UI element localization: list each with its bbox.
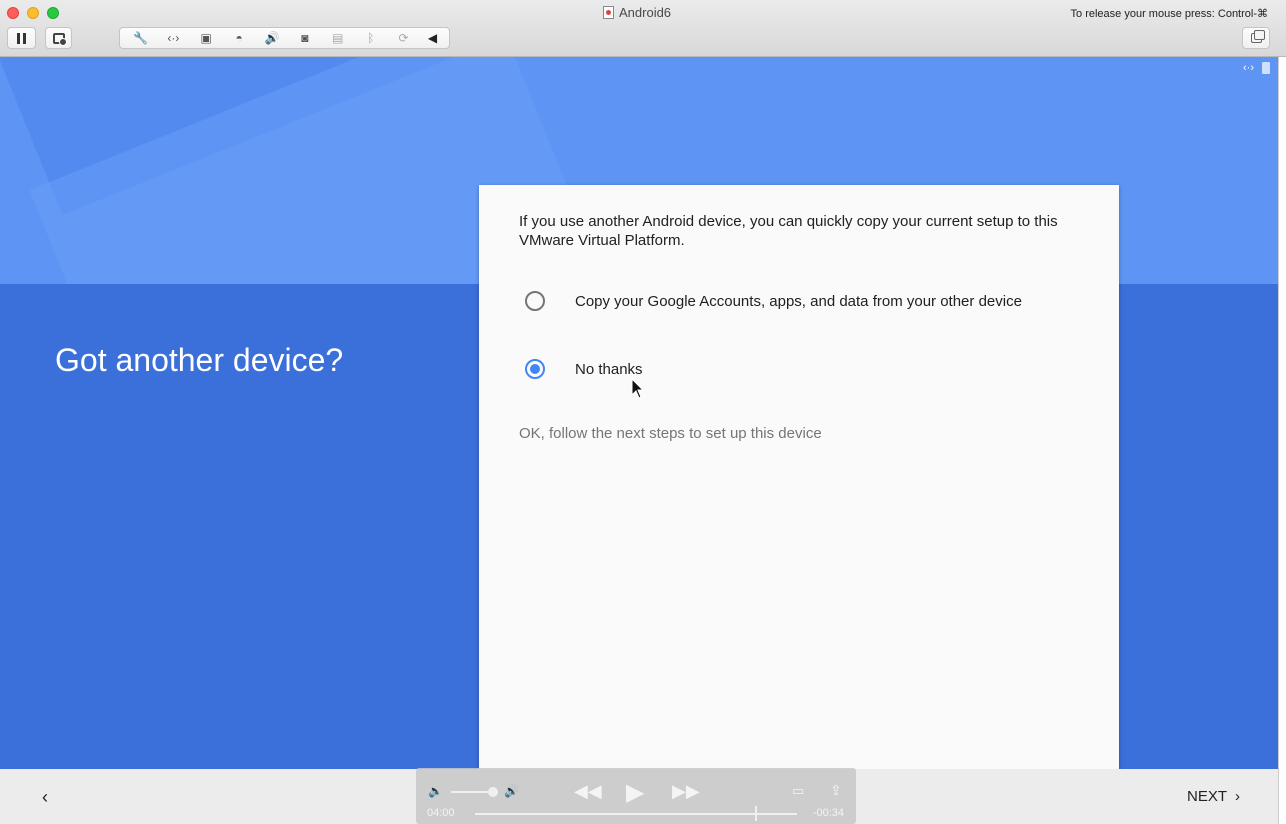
- pause-icon: [17, 32, 26, 44]
- volume-low-icon[interactable]: 🔈: [428, 784, 443, 798]
- mouse-cursor-icon: [631, 378, 645, 399]
- next-label: NEXT: [1186, 788, 1227, 805]
- device-toolbar: 🔧 ‹·› ▣ ◓ 🔊 ◙ ▤ ᛒ ⟳ ◀: [119, 27, 450, 49]
- option-no-thanks[interactable]: No thanks: [519, 359, 643, 379]
- share-icon[interactable]: ⇪: [830, 782, 842, 799]
- playback-scrubber-knob[interactable]: [755, 806, 757, 821]
- window-titlebar: Android6 To release your mouse press: Co…: [0, 0, 1286, 57]
- rewind-icon[interactable]: ◀◀: [574, 781, 602, 802]
- chevron-right-icon: ›: [1235, 788, 1240, 805]
- intro-text: If you use another Android device, you c…: [519, 213, 1058, 249]
- option-label: Copy your Google Accounts, apps, and dat…: [575, 292, 1022, 310]
- next-button[interactable]: NEXT ›: [1187, 788, 1240, 805]
- zoom-window-button[interactable]: [47, 7, 59, 19]
- play-icon[interactable]: ▶: [626, 778, 644, 807]
- playback-scrubber[interactable]: [475, 813, 797, 815]
- chevron-left-icon: ‹: [42, 786, 48, 807]
- close-window-button[interactable]: [7, 7, 19, 19]
- snapshot-icon: [52, 32, 67, 46]
- volume-slider[interactable]: [451, 791, 491, 793]
- setup-card: If you use another Android device, you c…: [479, 185, 1119, 769]
- media-controls: 🔈 🔊 ◀◀ ▶ ▶▶ ▭ ⇪ 04:00 -00:34: [416, 768, 856, 824]
- restore-window-button[interactable]: [1242, 27, 1270, 49]
- option-label: No thanks: [575, 360, 643, 378]
- disk-icon[interactable]: ▣: [197, 29, 215, 47]
- radio-button-checked[interactable]: [525, 359, 545, 379]
- restore-window-icon: [1250, 30, 1265, 43]
- back-button[interactable]: ‹: [30, 787, 60, 807]
- window-right-edge: [1278, 57, 1286, 824]
- option-hint: OK, follow the next steps to set up this…: [519, 425, 822, 442]
- fast-forward-icon[interactable]: ▶▶: [672, 781, 700, 802]
- airplay-icon[interactable]: ▭: [792, 783, 804, 799]
- minimize-window-button[interactable]: [27, 7, 39, 19]
- network-icon[interactable]: ‹·›: [164, 29, 182, 47]
- vm-screen[interactable]: ‹·› Got another device? If you use anoth…: [0, 57, 1278, 769]
- volume-slider-knob[interactable]: [488, 787, 498, 797]
- pause-button[interactable]: [7, 27, 36, 49]
- usb-icon[interactable]: ▤: [329, 29, 347, 47]
- snapshot-button[interactable]: [45, 27, 72, 49]
- radio-button-unchecked[interactable]: [525, 291, 545, 311]
- battery-icon: [1262, 62, 1270, 74]
- sharing-icon[interactable]: ⟳: [395, 29, 413, 47]
- network-status-icon: ‹·›: [1243, 62, 1254, 74]
- camera-icon[interactable]: ◙: [296, 29, 314, 47]
- volume-high-icon[interactable]: 🔊: [504, 784, 519, 798]
- release-mouse-hint: To release your mouse press: Control-⌘: [1070, 8, 1268, 20]
- status-bar: ‹·›: [1243, 62, 1270, 74]
- window-title-text: Android6: [619, 5, 672, 20]
- option-copy-device[interactable]: Copy your Google Accounts, apps, and dat…: [519, 291, 1022, 311]
- collapse-icon[interactable]: ◀: [427, 29, 437, 47]
- page-title: Got another device?: [55, 342, 344, 378]
- time-elapsed: 04:00: [427, 807, 455, 819]
- bluetooth-icon[interactable]: ᛒ: [362, 29, 380, 47]
- window-title: Android6: [603, 5, 671, 20]
- time-remaining: -00:34: [812, 807, 844, 819]
- hard-drive-icon[interactable]: ◓: [230, 29, 248, 47]
- sound-icon[interactable]: 🔊: [263, 29, 281, 47]
- wrench-icon[interactable]: 🔧: [131, 29, 149, 47]
- document-icon: [603, 6, 614, 19]
